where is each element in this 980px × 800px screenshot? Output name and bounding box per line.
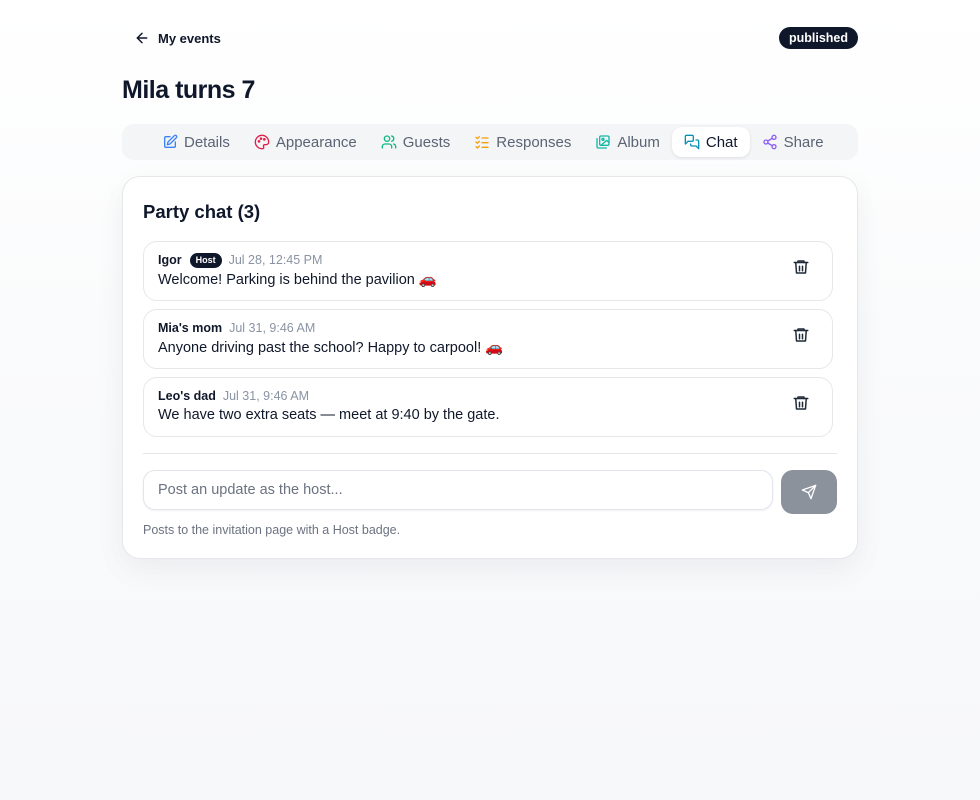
delete-message-button[interactable] bbox=[792, 326, 810, 344]
delete-message-button[interactable] bbox=[792, 258, 810, 276]
tab-appearance[interactable]: Appearance bbox=[242, 127, 369, 157]
trash-icon bbox=[792, 326, 810, 344]
compose-message-input[interactable] bbox=[143, 470, 773, 510]
tab-album[interactable]: Album bbox=[583, 127, 672, 157]
status-badge: published bbox=[779, 27, 858, 49]
tab-details[interactable]: Details bbox=[150, 127, 242, 157]
message-text: Anyone driving past the school? Happy to… bbox=[158, 340, 504, 356]
send-button[interactable] bbox=[781, 470, 837, 514]
arrow-left-icon bbox=[134, 30, 150, 46]
share-icon bbox=[762, 134, 778, 150]
message-time: Jul 31, 9:46 AM bbox=[229, 321, 316, 335]
delete-message-button[interactable] bbox=[792, 394, 810, 412]
party-chat-card: Party chat (3) Igor Host Jul 28, 12:45 P… bbox=[122, 176, 858, 559]
host-badge: Host bbox=[189, 252, 222, 268]
list-checks-icon bbox=[474, 134, 490, 150]
trash-icon bbox=[792, 394, 810, 412]
back-to-my-events-link[interactable]: My events bbox=[134, 28, 221, 48]
tab-label: Album bbox=[617, 133, 660, 151]
tab-guests[interactable]: Guests bbox=[369, 127, 463, 157]
back-link-label: My events bbox=[158, 30, 221, 46]
tab-label: Chat bbox=[705, 133, 738, 151]
message-author: Leo's dad bbox=[158, 389, 216, 403]
compose-hint: Posts to the invitation page with a Host… bbox=[143, 523, 401, 537]
tab-label: Appearance bbox=[275, 133, 357, 151]
trash-icon bbox=[792, 258, 810, 276]
divider bbox=[143, 453, 837, 454]
tab-label: Details bbox=[184, 133, 230, 151]
message-time: Jul 28, 12:45 PM bbox=[228, 253, 323, 267]
tab-label: Guests bbox=[402, 133, 451, 151]
message-author: Mia's mom bbox=[158, 321, 223, 335]
chat-message: Igor Host Jul 28, 12:45 PM Welcome! Park… bbox=[143, 241, 833, 301]
send-icon bbox=[801, 484, 817, 500]
chat-icon bbox=[684, 134, 700, 150]
message-author: Igor bbox=[158, 253, 182, 267]
chat-message: Mia's mom Jul 31, 9:46 AM Anyone driving… bbox=[143, 309, 833, 369]
palette-icon bbox=[254, 134, 270, 150]
users-icon bbox=[381, 134, 397, 150]
tab-share[interactable]: Share bbox=[750, 127, 836, 157]
event-chat-page: My events published Mila turns 7 Details… bbox=[0, 0, 980, 800]
event-tabs: Details Appearance Guests Responses Albu… bbox=[122, 124, 858, 160]
message-text: We have two extra seats — meet at 9:40 b… bbox=[158, 407, 500, 423]
tab-label: Share bbox=[783, 133, 824, 151]
images-icon bbox=[595, 134, 611, 150]
edit-icon bbox=[162, 134, 178, 150]
message-time: Jul 31, 9:46 AM bbox=[222, 389, 310, 403]
page-title: Mila turns 7 bbox=[122, 76, 255, 104]
chat-message: Leo's dad Jul 31, 9:46 AM We have two ex… bbox=[143, 377, 833, 437]
tab-responses[interactable]: Responses bbox=[462, 127, 583, 157]
tab-label: Responses bbox=[496, 133, 572, 151]
tab-chat[interactable]: Chat bbox=[671, 127, 750, 157]
chat-title: Party chat (3) bbox=[143, 201, 261, 222]
message-text: Welcome! Parking is behind the pavilion … bbox=[158, 272, 437, 288]
